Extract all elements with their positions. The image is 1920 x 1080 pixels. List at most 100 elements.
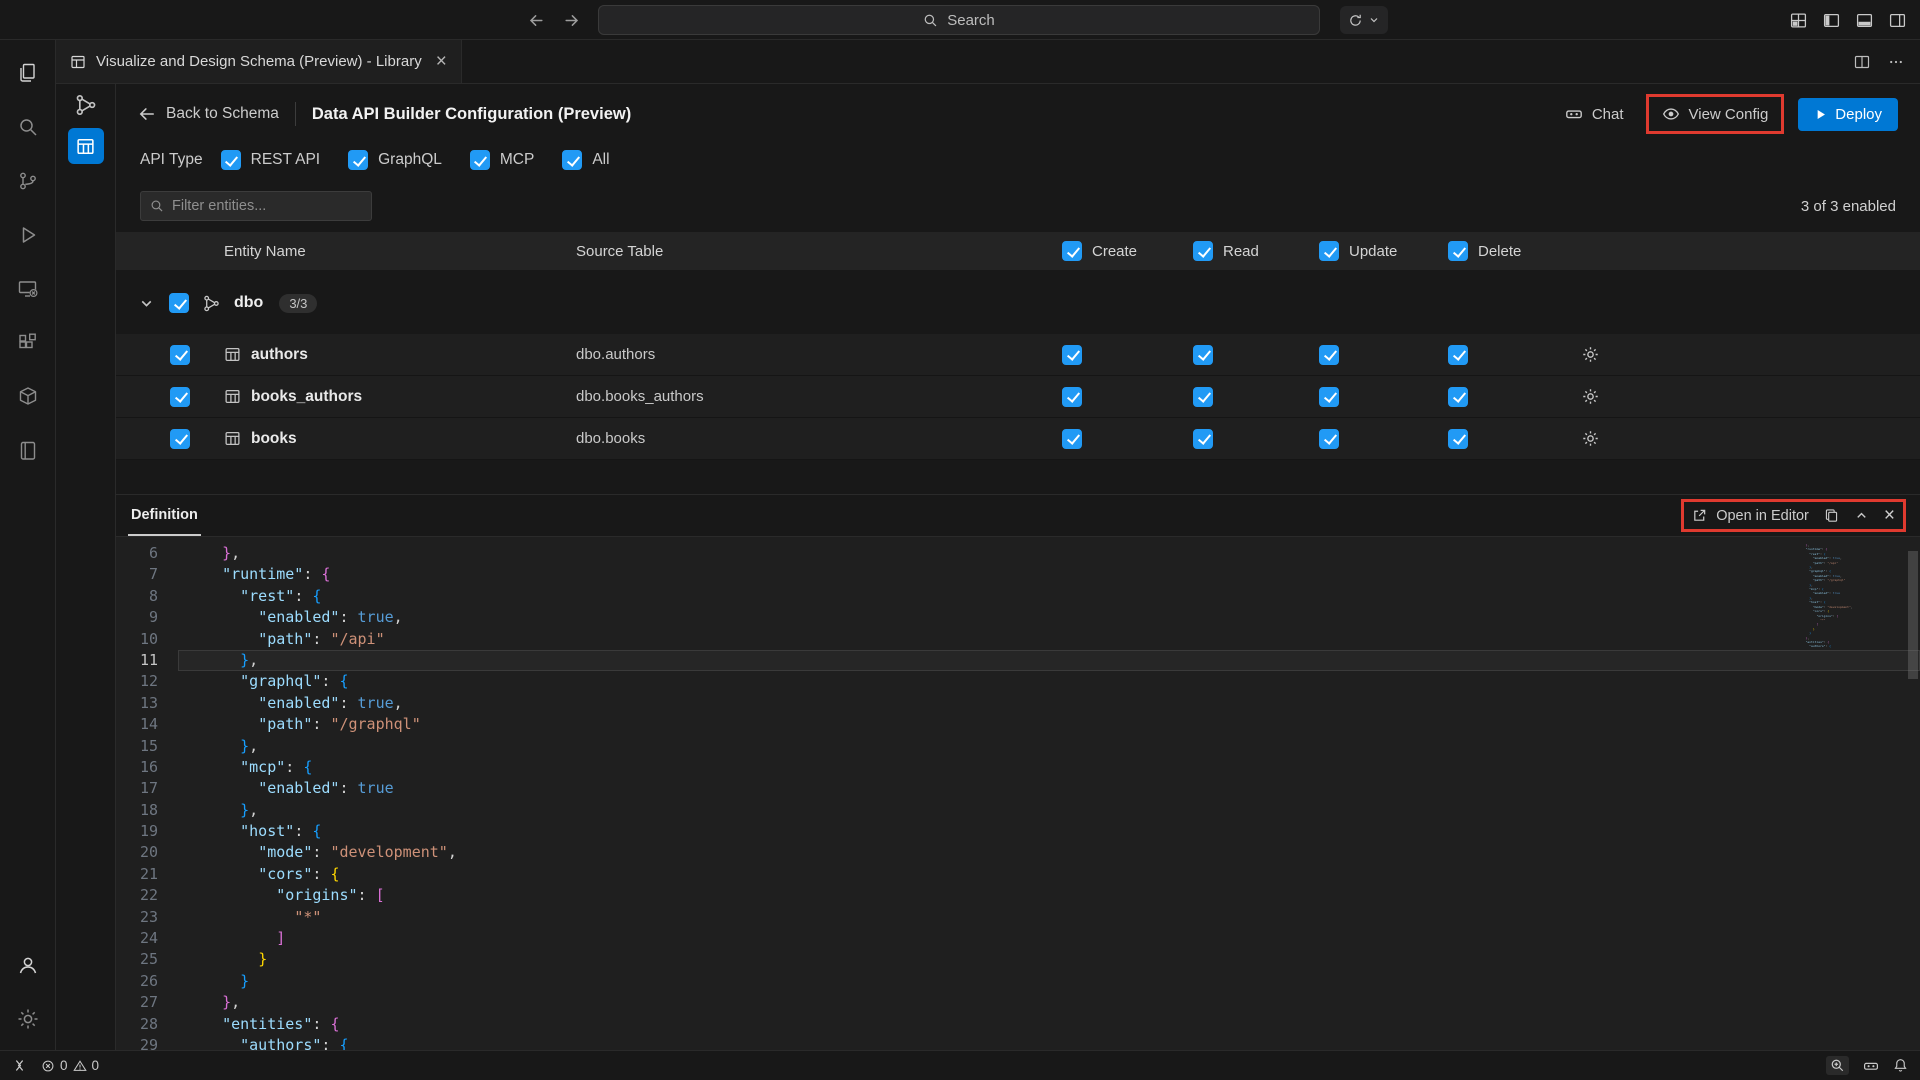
row-checkbox[interactable] bbox=[170, 429, 190, 449]
remote-indicator-icon[interactable] bbox=[12, 1058, 27, 1073]
view-config-button[interactable]: View Config bbox=[1654, 100, 1777, 128]
crud-checkbox-create[interactable] bbox=[1062, 429, 1082, 449]
api-type-option-rest-api[interactable]: REST API bbox=[221, 150, 321, 170]
copy-icon[interactable] bbox=[1824, 508, 1839, 523]
row-checkbox[interactable] bbox=[170, 387, 190, 407]
bell-icon[interactable] bbox=[1893, 1058, 1908, 1073]
copilot-status-icon[interactable] bbox=[1863, 1058, 1879, 1074]
toggle-panel-icon[interactable] bbox=[1856, 12, 1873, 29]
open-in-editor-button[interactable]: Open in Editor bbox=[1692, 508, 1809, 524]
sync-icon bbox=[1348, 13, 1363, 28]
chat-button[interactable]: Chat bbox=[1557, 100, 1632, 128]
schema-group-row-dbo[interactable]: dbo 3/3 bbox=[116, 280, 1920, 326]
entity-name: books_authors bbox=[251, 388, 362, 406]
editor-scrollbar[interactable] bbox=[1906, 537, 1920, 1050]
crud-checkbox-create[interactable] bbox=[1062, 345, 1082, 365]
account-icon[interactable] bbox=[0, 938, 56, 992]
entity-table-header: Entity Name Source Table CreateReadUpdat… bbox=[116, 232, 1920, 270]
api-type-option-all[interactable]: All bbox=[562, 150, 609, 170]
problems-indicator[interactable]: 0 0 bbox=[41, 1058, 99, 1073]
api-type-option-graphql[interactable]: GraphQL bbox=[348, 150, 442, 170]
nav-forward-icon[interactable] bbox=[563, 12, 580, 29]
crud-checkbox-update[interactable] bbox=[1319, 345, 1339, 365]
extensions-icon[interactable] bbox=[0, 316, 56, 370]
settings-icon[interactable] bbox=[0, 992, 56, 1046]
entity-row-books_authors: books_authorsdbo.books_authors bbox=[116, 376, 1920, 418]
schema-file-icon[interactable] bbox=[0, 424, 56, 478]
filter-row: 3 of 3 enabled bbox=[116, 180, 1920, 232]
tab-close-icon[interactable]: × bbox=[436, 52, 447, 71]
command-center-search[interactable]: Search bbox=[598, 5, 1320, 35]
code-editor[interactable]: 6 },7 "runtime": {8 "rest": {9 "enabled"… bbox=[116, 537, 1920, 1050]
crud-checkbox-read[interactable] bbox=[1193, 387, 1213, 407]
crud-checkbox-read[interactable] bbox=[1193, 345, 1213, 365]
crud-checkbox-update[interactable] bbox=[1319, 387, 1339, 407]
crud-checkbox-update[interactable] bbox=[1319, 429, 1339, 449]
code-line-29: 29 "authors": { bbox=[116, 1035, 1920, 1050]
crud-header-checkbox[interactable] bbox=[1062, 241, 1082, 261]
api-type-checkbox[interactable] bbox=[470, 150, 490, 170]
crud-header-checkbox[interactable] bbox=[1193, 241, 1213, 261]
activity-bar-bottom bbox=[0, 938, 56, 1046]
toggle-sidebar-icon[interactable] bbox=[1823, 12, 1840, 29]
row-settings-gear-icon[interactable] bbox=[1582, 346, 1599, 363]
group-checkbox[interactable] bbox=[169, 293, 189, 313]
code-line-13: 13 "enabled": true, bbox=[116, 693, 1920, 714]
dab-config-page: Back to Schema Data API Builder Configur… bbox=[116, 84, 1920, 1050]
filter-entities-input[interactable] bbox=[172, 198, 362, 214]
remote-explorer-icon[interactable] bbox=[0, 262, 56, 316]
row-checkbox[interactable] bbox=[170, 345, 190, 365]
crud-checkbox-delete[interactable] bbox=[1448, 387, 1468, 407]
toggle-secondary-sidebar-icon[interactable] bbox=[1889, 12, 1906, 29]
editor-actions bbox=[1854, 40, 1920, 83]
source-control-icon[interactable] bbox=[0, 154, 56, 208]
code-line-23: 23 "*" bbox=[116, 907, 1920, 928]
api-type-checkbox[interactable] bbox=[348, 150, 368, 170]
tab-visualize-design-schema[interactable]: Visualize and Design Schema (Preview) - … bbox=[56, 40, 462, 83]
filter-entities-box[interactable] bbox=[140, 191, 372, 221]
split-editor-icon[interactable] bbox=[1854, 54, 1870, 70]
code-line-9: 9 "enabled": true, bbox=[116, 607, 1920, 628]
definition-tab[interactable]: Definition bbox=[128, 495, 201, 536]
code-line-21: 21 "cors": { bbox=[116, 864, 1920, 885]
dab-configuration-icon[interactable] bbox=[68, 128, 104, 164]
search-icon[interactable] bbox=[0, 100, 56, 154]
code-line-24: 24 ] bbox=[116, 928, 1920, 949]
api-type-option-mcp[interactable]: MCP bbox=[470, 150, 534, 170]
row-settings-gear-icon[interactable] bbox=[1582, 430, 1599, 447]
crud-header-checkbox[interactable] bbox=[1448, 241, 1468, 261]
run-dropdown[interactable] bbox=[1340, 6, 1388, 34]
code-line-26: 26 } bbox=[116, 971, 1920, 992]
back-to-schema-button[interactable]: Back to Schema bbox=[138, 105, 279, 123]
zoom-icon[interactable] bbox=[1826, 1056, 1849, 1075]
api-type-option-label: GraphQL bbox=[378, 151, 442, 169]
customize-layout-icon[interactable] bbox=[1790, 12, 1807, 29]
explorer-icon[interactable] bbox=[0, 46, 56, 100]
schema-visualization-icon[interactable] bbox=[75, 94, 97, 116]
chevron-down-icon[interactable] bbox=[138, 295, 155, 312]
group-name: dbo bbox=[234, 294, 263, 312]
api-type-checkbox[interactable] bbox=[221, 150, 241, 170]
crud-header-label: Update bbox=[1349, 243, 1397, 260]
crud-header-checkbox[interactable] bbox=[1319, 241, 1339, 261]
run-and-debug-icon[interactable] bbox=[0, 208, 56, 262]
row-settings-gear-icon[interactable] bbox=[1582, 388, 1599, 405]
crud-checkbox-delete[interactable] bbox=[1448, 345, 1468, 365]
more-actions-icon[interactable] bbox=[1888, 54, 1904, 70]
crud-checkbox-delete[interactable] bbox=[1448, 429, 1468, 449]
api-type-row: API Type REST APIGraphQLMCPAll bbox=[116, 140, 1920, 180]
scrollbar-thumb[interactable] bbox=[1908, 551, 1918, 679]
code-lines: 6 },7 "runtime": {8 "rest": {9 "enabled"… bbox=[116, 537, 1920, 1050]
close-icon[interactable]: × bbox=[1884, 506, 1895, 525]
crud-checkbox-read[interactable] bbox=[1193, 429, 1213, 449]
database-icon[interactable] bbox=[0, 370, 56, 424]
search-placeholder: Search bbox=[947, 12, 995, 29]
api-type-checkbox[interactable] bbox=[562, 150, 582, 170]
view-config-label: View Config bbox=[1689, 106, 1769, 123]
chevron-up-icon[interactable] bbox=[1854, 508, 1869, 523]
nav-back-icon[interactable] bbox=[528, 12, 545, 29]
chat-label: Chat bbox=[1592, 106, 1624, 123]
crud-header-read: Read bbox=[1193, 241, 1319, 261]
crud-checkbox-create[interactable] bbox=[1062, 387, 1082, 407]
deploy-button[interactable]: Deploy bbox=[1798, 98, 1898, 131]
